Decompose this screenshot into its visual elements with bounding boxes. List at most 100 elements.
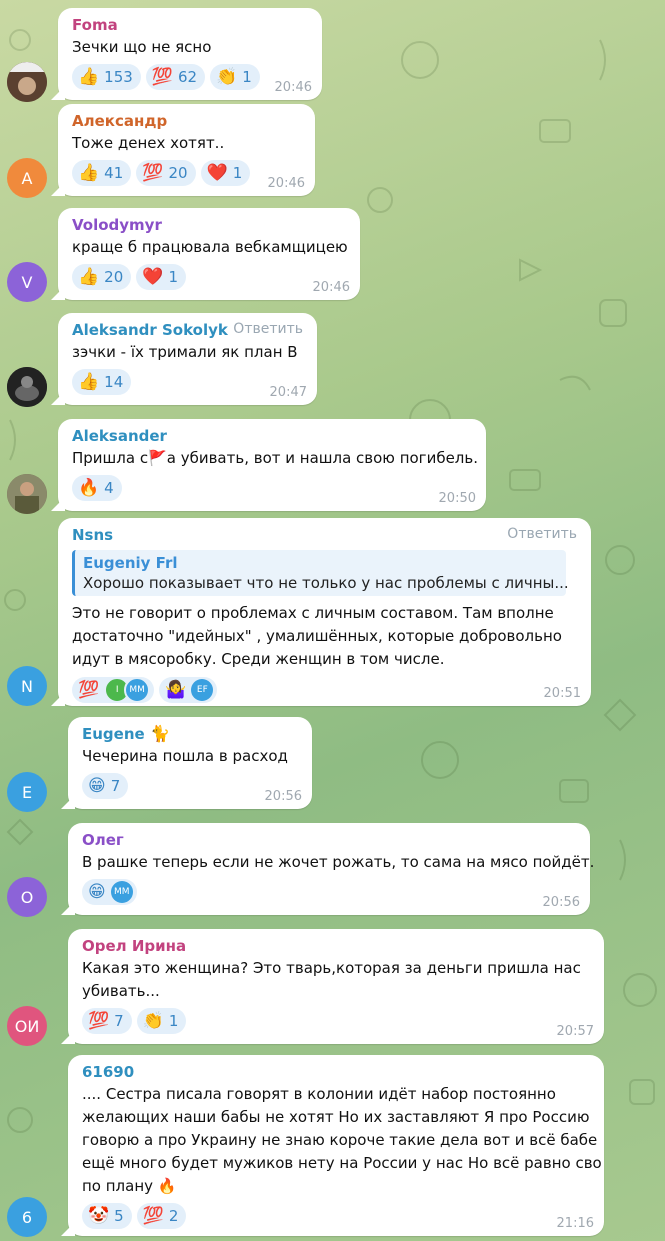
message-text-line: Какая это женщина? Это тварь,которая за … [82, 959, 581, 977]
reaction-count: 20 [168, 164, 188, 182]
avatar-photo-icon [7, 367, 47, 407]
reaction-chip[interactable]: 😁 MM [82, 879, 137, 905]
message-bubble[interactable]: Олег В рашке теперь если не жочет рожать… [68, 823, 595, 915]
reaction-count: 41 [104, 164, 124, 182]
quoted-message[interactable]: Eugeniy Frl Хорошо показывает что не тол… [72, 550, 569, 596]
message-text: Пришла с🚩а убивать, вот и нашла свою пог… [72, 449, 478, 467]
reply-link[interactable]: Ответить [507, 526, 577, 542]
sender-name[interactable]: Nsns [72, 524, 579, 546]
hundred-points-icon: 💯 [78, 679, 100, 700]
hundred-points-icon: 💯 [142, 1205, 164, 1226]
reactor-avatar: EF [191, 679, 214, 701]
sender-name[interactable]: Aleksander [72, 425, 474, 447]
clapping-hands-icon: 👏 [142, 1010, 164, 1031]
message-text-line: Это не говорит о проблемах с личным сост… [72, 604, 554, 622]
message-text-line: .... Сестра писала говорят в колонии идё… [82, 1085, 556, 1103]
sender-name[interactable]: Александр [72, 110, 303, 132]
message-text-line: по плану 🔥 [82, 1177, 177, 1195]
message-text: Зечки що не ясно [72, 38, 212, 56]
avatar[interactable] [7, 62, 47, 102]
reactions-bar: 💯 7 👏 1 [82, 1008, 592, 1034]
message-bubble[interactable]: Volodymyr краще б працювала вебкамщицею … [58, 208, 360, 300]
avatar-initials: 6 [21, 1207, 33, 1227]
clapping-hands-icon: 👏 [216, 66, 238, 87]
avatar[interactable] [7, 367, 47, 407]
reaction-chip[interactable]: 💯 7 [82, 1008, 132, 1034]
sender-name-text: Eugene [82, 725, 145, 743]
reaction-chip[interactable]: 👍 41 [72, 160, 132, 186]
message-text-line: ещё много будет мужиков нету на России у… [82, 1154, 602, 1172]
reaction-chip[interactable]: 🤷‍♀️ EF [159, 677, 218, 703]
reaction-count: 14 [104, 373, 124, 391]
message-bubble[interactable]: Александр Тоже денех хотят.. 👍 41 💯 20 ❤️ 1… [58, 104, 315, 196]
sender-name[interactable]: Олег [82, 829, 578, 851]
avatar[interactable] [7, 474, 47, 514]
message-bubble[interactable]: Foma Зечки що не ясно 👍 153 💯 62 👏 1 20:46 [58, 8, 322, 100]
message-text-line: желающих наши бабы не хотят Но их застав… [82, 1108, 590, 1126]
reaction-chip[interactable]: 😁 7 [82, 773, 129, 799]
message-bubble[interactable]: Nsns Ответить Eugeniy Frl Хорошо показыв… [58, 518, 591, 706]
message-bubble[interactable]: Aleksandr Sokolyk Ответить зэчки - їх тр… [58, 313, 317, 405]
avatar[interactable]: А [7, 158, 47, 198]
avatar[interactable]: V [7, 262, 47, 302]
avatar[interactable]: ОИ [7, 1006, 47, 1046]
reactor-avatar: MM [110, 881, 133, 903]
reply-link[interactable]: Ответить [233, 321, 303, 337]
thumbs-up-icon: 👍 [78, 162, 100, 183]
avatar[interactable]: О [7, 877, 47, 917]
reactions-bar: 👍 20 ❤️ 1 [72, 264, 348, 290]
reaction-chip[interactable]: 💯 20 [136, 160, 196, 186]
reaction-chip[interactable]: 🤡 5 [82, 1203, 132, 1229]
avatar-initials: E [21, 782, 33, 802]
message-bubble[interactable]: Орел Ирина Какая это женщина? Это тварь,… [68, 929, 604, 1044]
avatar[interactable]: N [7, 666, 47, 706]
reaction-chip[interactable]: 💯 I MM [72, 677, 155, 703]
message-text-line: идут в мясоробку. Среди женщин в том чис… [72, 650, 445, 668]
sender-name[interactable]: Volodymyr [72, 214, 348, 236]
reaction-chip[interactable]: ❤️ 1 [200, 160, 251, 186]
message-text-line: убивать... [82, 982, 160, 1000]
reaction-count: 2 [168, 1207, 179, 1225]
avatar-initials: N [21, 676, 33, 696]
reaction-count: 7 [110, 777, 121, 795]
thumbs-up-icon: 👍 [78, 66, 100, 87]
reaction-chip[interactable]: 💯 2 [136, 1203, 187, 1229]
avatar[interactable]: E [7, 772, 47, 812]
sender-name[interactable]: Орел Ирина [82, 935, 592, 957]
fire-icon: 🔥 [78, 477, 100, 498]
reaction-chip[interactable]: 🔥 4 [72, 475, 122, 501]
message-time: 21:16 [556, 1216, 594, 1231]
woman-shrugging-icon: 🤷‍♀️ [165, 679, 187, 700]
message-bubble[interactable]: Eugene 🐈 Чечерина пошла в расход 😁 7 20:5… [68, 717, 312, 809]
message-text: краще б працювала вебкамщицею [72, 238, 348, 256]
avatar-photo-icon [7, 474, 47, 514]
message-text: Тоже денех хотят.. [72, 134, 225, 152]
reaction-chip[interactable]: 👍 14 [72, 369, 132, 395]
sender-name[interactable]: Eugene 🐈 [82, 723, 300, 745]
reaction-chip[interactable]: 👍 153 [72, 64, 141, 90]
message-time: 20:46 [274, 80, 312, 95]
reaction-chip[interactable]: ❤️ 1 [136, 264, 186, 290]
message-time: 20:51 [543, 686, 581, 701]
message-bubble[interactable]: 61690 .... Сестра писала говорят в колон… [68, 1055, 604, 1236]
reaction-chip[interactable]: 👏 1 [136, 1008, 187, 1034]
red-heart-icon: ❤️ [206, 162, 228, 183]
avatar-initials: V [21, 272, 33, 292]
reaction-chip[interactable]: 👏 1 [210, 64, 260, 90]
reaction-count: 1 [168, 268, 178, 286]
reaction-count: 7 [114, 1012, 124, 1030]
avatar-initials: ОИ [14, 1016, 40, 1036]
reaction-count: 5 [114, 1207, 124, 1225]
sender-name[interactable]: Foma [72, 14, 310, 36]
hundred-points-icon: 💯 [88, 1010, 110, 1031]
message-time: 20:56 [264, 789, 302, 804]
avatar[interactable]: 6 [7, 1197, 47, 1237]
message-time: 20:46 [267, 176, 305, 191]
reaction-chip[interactable]: 💯 62 [145, 64, 206, 90]
message-text: В рашке теперь если не жочет рожать, то … [82, 853, 595, 871]
grinning-face-icon: 😁 [88, 775, 106, 796]
hundred-points-icon: 💯 [151, 66, 173, 87]
sender-name[interactable]: 61690 [82, 1061, 592, 1083]
reaction-chip[interactable]: 👍 20 [72, 264, 132, 290]
message-bubble[interactable]: Aleksander Пришла с🚩а убивать, вот и наш… [58, 419, 486, 511]
